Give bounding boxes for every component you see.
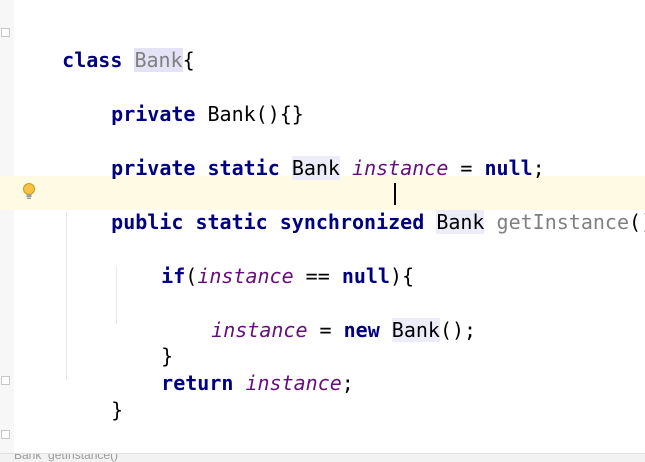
code-editor[interactable]: class Bank{ private Bank(){} private sta… xyxy=(0,0,645,462)
field-instance[interactable]: instance xyxy=(211,318,307,342)
paren-close: ){ xyxy=(389,264,415,288)
semicolon: ; xyxy=(341,371,354,395)
breadcrumb[interactable]: Bank getInstance() xyxy=(0,453,645,462)
code-line[interactable]: public static synchronized Bank getInsta… xyxy=(63,180,645,234)
code-line[interactable]: } xyxy=(14,422,74,462)
class-name[interactable]: Bank xyxy=(134,48,183,72)
code-line[interactable]: instance = new Bank(); xyxy=(163,288,476,342)
brace: } xyxy=(111,398,124,422)
type-reference[interactable]: Bank xyxy=(391,318,440,342)
code-line[interactable]: } xyxy=(63,368,123,422)
keyword-static: static xyxy=(195,210,268,234)
keyword-synchronized: synchronized xyxy=(279,210,425,234)
fold-marker-class[interactable] xyxy=(1,28,10,37)
keyword-class: class xyxy=(62,48,123,72)
semicolon: ; xyxy=(532,156,545,180)
fold-marker-method-end[interactable] xyxy=(1,376,10,385)
keyword-private: private xyxy=(111,156,196,180)
code-line[interactable]: class Bank{ xyxy=(14,18,195,72)
field-instance[interactable]: instance xyxy=(352,156,448,180)
editor-gutter[interactable] xyxy=(0,0,14,462)
keyword-null: null xyxy=(341,264,390,288)
text-caret xyxy=(394,183,396,205)
code-line[interactable]: if(instance == null){ xyxy=(113,234,414,288)
operator: == xyxy=(293,264,342,288)
keyword-new: new xyxy=(343,318,380,342)
keyword-null: null xyxy=(484,156,533,180)
operator: = xyxy=(307,318,344,342)
method-name[interactable]: getInstance xyxy=(497,210,629,234)
keyword-static: static xyxy=(207,156,280,180)
paren-open: ( xyxy=(185,264,198,288)
type-reference[interactable]: Bank xyxy=(436,210,485,234)
brace: { xyxy=(182,48,195,72)
code-line[interactable]: } xyxy=(113,314,173,368)
keyword-return: return xyxy=(161,371,234,395)
lightbulb-icon[interactable] xyxy=(22,182,36,202)
call-rest: (); xyxy=(439,318,477,342)
field-instance[interactable]: instance xyxy=(197,264,293,288)
code-line[interactable]: private Bank(){} xyxy=(63,72,304,126)
type-reference[interactable]: Bank xyxy=(291,156,340,180)
operator: = xyxy=(448,156,485,180)
code-line[interactable]: return instance; xyxy=(113,341,354,395)
keyword-private: private xyxy=(111,102,196,126)
field-instance[interactable]: instance xyxy=(245,371,341,395)
code-line[interactable]: private static Bank instance = null; xyxy=(63,126,545,180)
constructor[interactable]: Bank(){} xyxy=(208,102,304,126)
keyword-public: public xyxy=(111,210,184,234)
breadcrumb-label[interactable]: Bank getInstance() xyxy=(14,454,118,462)
keyword-if: if xyxy=(161,264,186,288)
params: (){ xyxy=(628,210,645,234)
fold-marker-class-end[interactable] xyxy=(1,430,10,439)
